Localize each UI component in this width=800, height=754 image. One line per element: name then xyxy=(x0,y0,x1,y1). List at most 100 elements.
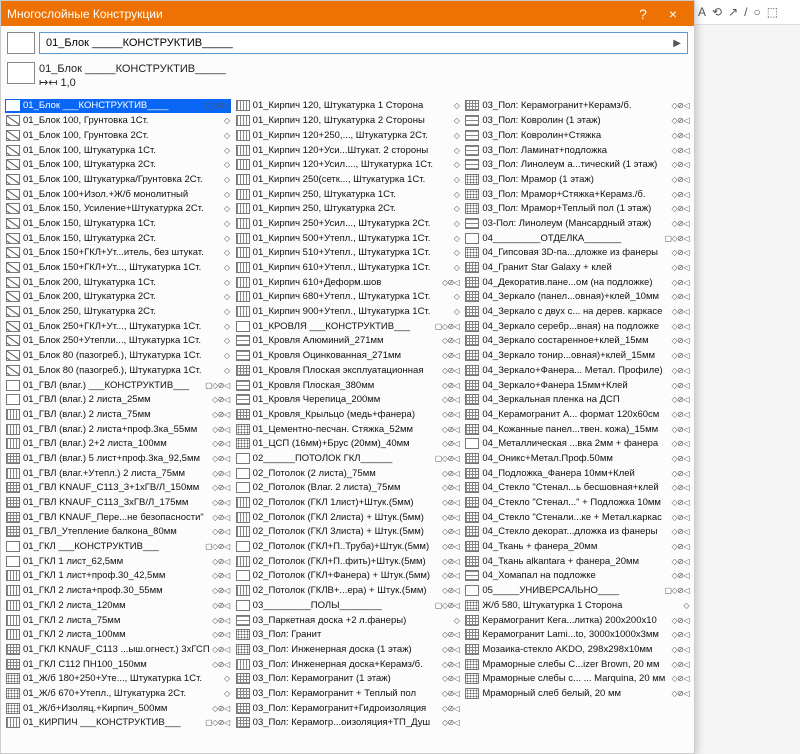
list-item[interactable]: 04_Кожанные панел...твен. кожа)_15мм◇⊘◁ xyxy=(464,422,690,437)
list-item[interactable]: 02_Потолок (ГКЛ+П..Труба)+Штук.(5мм)◇⊘◁ xyxy=(235,539,461,554)
list-item[interactable]: 01_Блок 150, Штукатурка 2Ст.◇ xyxy=(5,231,231,246)
list-item[interactable]: 01_ГКЛ 1 лист_62,5мм◇⊘◁ xyxy=(5,554,231,569)
list-item[interactable]: 01_Блок 100+Изол.+Ж/б монолитный◇ xyxy=(5,187,231,202)
list-item[interactable]: 01_ГКЛ 1 лист+проф.30_42,5мм◇⊘◁ xyxy=(5,569,231,584)
list-item[interactable]: 01_ГКЛ 2 листа_100мм◇⊘◁ xyxy=(5,627,231,642)
list-item[interactable]: 01_ГКЛ С112 ПН100_150мм◇⊘◁ xyxy=(5,657,231,672)
list-item[interactable]: 03_Пол: Керамогранит (1 этаж)◇⊘◁ xyxy=(235,671,461,686)
list-item[interactable]: 01_Кирпич 120+Уси...Штукат. 2 стороны◇ xyxy=(235,143,461,158)
list-item[interactable]: 04_Стекло "Стенал...ь бесшовная+клей◇⊘◁ xyxy=(464,480,690,495)
list-item[interactable]: 01_Блок 250, Штукатурка 2Ст.◇ xyxy=(5,304,231,319)
list-item[interactable]: 01_Блок 80 (пазогреб.), Штукатурка 1Ст.◇ xyxy=(5,348,231,363)
list-item[interactable]: 01_Блок 150, Штукатурка 1Ст.◇ xyxy=(5,216,231,231)
list-item[interactable]: 01_Блок 200, Штукатурка 2Ст.◇ xyxy=(5,290,231,305)
list-item[interactable]: 03_Пол: Ламинат+подложка◇⊘◁ xyxy=(464,143,690,158)
list-item[interactable]: 04_Зеркало+Фанера... Метал. Профиле)◇⊘◁ xyxy=(464,363,690,378)
list-item[interactable]: 01_Кирпич 120, Штукатурка 1 Сторона◇ xyxy=(235,99,461,114)
bg-icon[interactable]: / xyxy=(744,5,747,19)
list-item[interactable]: 01_ГВЛ (влаг.) 2 листа_75мм◇⊘◁ xyxy=(5,407,231,422)
list-item[interactable]: 02_Потолок (ГКЛ 1лист)+Штук.(5мм)◇⊘◁ xyxy=(235,495,461,510)
list-item[interactable]: 01_ГВЛ (влаг.+Утепл.) 2 листа_75мм◇⊘◁ xyxy=(5,466,231,481)
list-item[interactable]: 02______ПОТОЛОК ГКЛ______▢◇⊘◁ xyxy=(235,451,461,466)
list-item[interactable]: 01_Кирпич 250+Усил..., Штукатурка 2Ст.◇ xyxy=(235,216,461,231)
list-item[interactable]: 01_Блок 150+ГКЛ+Ут..., Штукатурка 1Ст.◇ xyxy=(5,260,231,275)
list-item[interactable]: 01_ГВЛ (влаг.) 2 листа+проф.3ка_55мм◇⊘◁ xyxy=(5,422,231,437)
composite-select[interactable]: 01_Блок _____КОНСТРУКТИВ_____ ▶ xyxy=(39,32,688,54)
list-item[interactable]: 01_Кирпич 120+Усил...., Штукатурка 1Ст.◇ xyxy=(235,157,461,172)
list-item[interactable]: 01_ГКЛ ___КОНСТРУКТИВ___▢◇⊘◁ xyxy=(5,539,231,554)
list-item[interactable]: 04_Декоратив.пане...ом (на подложке)◇⊘◁ xyxy=(464,275,690,290)
list-item[interactable]: 01_Кирпич 680+Утепл., Штукатурка 1Ст.◇ xyxy=(235,290,461,305)
list-item[interactable]: 01_Кровля Черепица_200мм◇⊘◁ xyxy=(235,392,461,407)
list-item[interactable]: 01_Кирпич 120, Штукатурка 2 Стороны◇ xyxy=(235,113,461,128)
list-item[interactable]: 01_Блок 100, Грунтовка 1Ст.◇ xyxy=(5,113,231,128)
list-item[interactable]: 04_Гипсовая 3D-па...дложке из фанеры◇⊘◁ xyxy=(464,245,690,260)
list-item[interactable]: 01_ГВЛ KNAUF_C113_3хГВ/Л_175мм◇⊘◁ xyxy=(5,495,231,510)
list-item[interactable]: 02_Потолок (2 листа)_75мм◇⊘◁ xyxy=(235,466,461,481)
list-item[interactable]: 01_Кровля_Крыльцо (медь+фанера)◇⊘◁ xyxy=(235,407,461,422)
list-item[interactable]: 04_Зеркало с двух с... на дерев. каркасе… xyxy=(464,304,690,319)
list-item[interactable]: 01_Блок 250+ГКЛ+Ут..., Штукатурка 1Ст.◇ xyxy=(5,319,231,334)
list-item[interactable]: 01_Блок 150, Усиление+Штукатурка 2Ст.◇ xyxy=(5,201,231,216)
list-item[interactable]: 01_Кирпич 610+Деформ.шов◇⊘◁ xyxy=(235,275,461,290)
list-item[interactable]: 01_Кирпич 500+Утепл., Штукатурка 1Ст.◇ xyxy=(235,231,461,246)
bg-icon[interactable]: ○ xyxy=(753,5,760,19)
list-item[interactable]: 01_Кирпич 510+Утепл., Штукатурка 1Ст.◇ xyxy=(235,245,461,260)
list-item[interactable]: 01_Блок 150+ГКЛ+Ут...итель, без штукат.◇ xyxy=(5,245,231,260)
list-item[interactable]: 04_Стекло декорат...дложка из фанеры◇⊘◁ xyxy=(464,525,690,540)
list-item[interactable]: 01_Кровля Плоская эксплуатационная◇⊘◁ xyxy=(235,363,461,378)
help-button[interactable]: ? xyxy=(628,6,658,22)
list-item[interactable]: 04_Металлическая ...вка 2мм + фанера◇⊘◁ xyxy=(464,436,690,451)
list-item[interactable]: 01_ГВЛ (влаг.) 2 листа_25мм◇⊘◁ xyxy=(5,392,231,407)
list-item[interactable]: 04_Зеркало (панел...овная)+клей_10мм◇⊘◁ xyxy=(464,290,690,305)
list-item[interactable]: 03_Пол: Гранит◇⊘◁ xyxy=(235,627,461,642)
list-item[interactable]: 03_Пол: Керамогр...оизоляция+ТП_Душ◇⊘◁ xyxy=(235,715,461,730)
list-item[interactable]: 01_Кирпич 250, Штукатурка 2Ст.◇ xyxy=(235,201,461,216)
list-item[interactable]: 03_Пол: Инженерная доска+Керамз/б.◇⊘◁ xyxy=(235,657,461,672)
list-item[interactable]: 03_Пол: Инженерная доска (1 этаж)◇⊘◁ xyxy=(235,642,461,657)
list-item[interactable]: 03_Пол: Мрамор+Теплый пол (1 этаж)◇⊘◁ xyxy=(464,201,690,216)
list-item[interactable]: 04_Стекло "Стенал..." + Подложка 10мм◇⊘◁ xyxy=(464,495,690,510)
list-item[interactable]: 01_ГКЛ 2 листа_120мм◇⊘◁ xyxy=(5,598,231,613)
list-item[interactable]: 03_Паркетная доска +2 л.фанеры)◇ xyxy=(235,613,461,628)
list-item[interactable]: Керамогранит Lami...to, 3000х1000х3мм◇⊘◁ xyxy=(464,627,690,642)
list-item[interactable]: 01_Кирпич 250(сетк..., Штукатурка 1Ст.◇ xyxy=(235,172,461,187)
close-button[interactable]: × xyxy=(658,6,688,22)
list-item[interactable]: 01_ГВЛ (влаг.) 5 лист+проф.3ка_92,5мм◇⊘◁ xyxy=(5,451,231,466)
bg-icon[interactable]: A xyxy=(698,5,706,19)
list-item[interactable]: 03_Пол: Керамогранит+Керамз/б.◇⊘◁ xyxy=(464,99,690,114)
list-item[interactable]: 03_________ПОЛЫ________▢◇⊘◁ xyxy=(235,598,461,613)
list-item[interactable]: 04_Зеркальная пленка на ДСП◇⊘◁ xyxy=(464,392,690,407)
list-item[interactable]: 04_Зеркало+Фанера 15мм+Клей◇⊘◁ xyxy=(464,378,690,393)
list-item[interactable]: Мраморный слеб белый, 20 мм◇⊘◁ xyxy=(464,686,690,701)
list-item[interactable]: 03_Пол: Ковролин (1 этаж)◇⊘◁ xyxy=(464,113,690,128)
list-item[interactable]: 01_КРОВЛЯ ___КОНСТРУКТИВ___▢◇⊘◁ xyxy=(235,319,461,334)
list-item[interactable]: 03_Пол: Мрамор+Стяжка+Керамз./б.◇⊘◁ xyxy=(464,187,690,202)
list-item[interactable]: 01_ГКЛ 2 листа_75мм◇⊘◁ xyxy=(5,613,231,628)
list-item[interactable]: 04_Оникс+Метал.Проф.50мм◇⊘◁ xyxy=(464,451,690,466)
list-item[interactable]: 01_Блок 80 (пазогреб.), Штукатурка 1Ст.◇ xyxy=(5,363,231,378)
list-item[interactable]: 02_Потолок (ГКЛ+Фанера) + Штук.(5мм)◇⊘◁ xyxy=(235,569,461,584)
list-item[interactable]: 03_Пол: Керамогранит + Теплый пол◇⊘◁ xyxy=(235,686,461,701)
list-item[interactable]: 01_Цементно-песчан. Стяжка_52мм◇⊘◁ xyxy=(235,422,461,437)
list-item[interactable]: 01_Блок ___КОНСТРУКТИВ____▢◇⊘◁ xyxy=(5,99,231,114)
list-item[interactable]: 02_Потолок (ГКЛ 3листа) + Штук.(5мм)◇⊘◁ xyxy=(235,525,461,540)
list-item[interactable]: 01_Блок 100, Грунтовка 2Ст.◇ xyxy=(5,128,231,143)
list-item[interactable]: 05_____УНИВЕРСАЛЬНО____▢◇⊘◁ xyxy=(464,583,690,598)
bg-icon[interactable]: ⟲ xyxy=(712,5,722,19)
list-item[interactable]: 02_Потолок (ГКЛ+П..фить)+Штук.(5мм)◇⊘◁ xyxy=(235,554,461,569)
list-item[interactable]: 01_Кирпич 900+Утепл., Штукатурка 1Ст.◇ xyxy=(235,304,461,319)
list-item[interactable]: 01_ГВЛ (влаг.) 2+2 листа_100мм◇⊘◁ xyxy=(5,436,231,451)
list-item[interactable]: 03_Пол: Мрамор (1 этаж)◇⊘◁ xyxy=(464,172,690,187)
list-item[interactable]: 01_ГВЛ_Утепление балкона_80мм◇⊘◁ xyxy=(5,525,231,540)
list-item[interactable]: 01_ГКЛ KNAUF_C113 ...ыш.огнест.) 3хГСП◇⊘… xyxy=(5,642,231,657)
list-item[interactable]: 01_ЦСП (16мм)+Брус (20мм)_40мм◇⊘◁ xyxy=(235,436,461,451)
list-item[interactable]: Мозаика-стекло AKDO, 298х298х10мм◇⊘◁ xyxy=(464,642,690,657)
list-item[interactable]: 01_Блок 250+Утепли..., Штукатурка 1Ст.◇ xyxy=(5,334,231,349)
list-item[interactable]: 01_Кровля Оцинкованная_271мм◇⊘◁ xyxy=(235,348,461,363)
list-item[interactable]: 03_Пол: Линолеум а...тический (1 этаж)◇⊘… xyxy=(464,157,690,172)
list-item[interactable]: 01_Блок 100, Штукатурка 2Ст.◇ xyxy=(5,157,231,172)
list-item[interactable]: 01_Блок 200, Штукатурка 1Ст.◇ xyxy=(5,275,231,290)
list-item[interactable]: 01_ГВЛ (влаг.) ___КОНСТРУКТИВ___▢◇⊘◁ xyxy=(5,378,231,393)
list-item[interactable]: 03-Пол: Линолеум (Мансардный этаж)◇⊘◁ xyxy=(464,216,690,231)
